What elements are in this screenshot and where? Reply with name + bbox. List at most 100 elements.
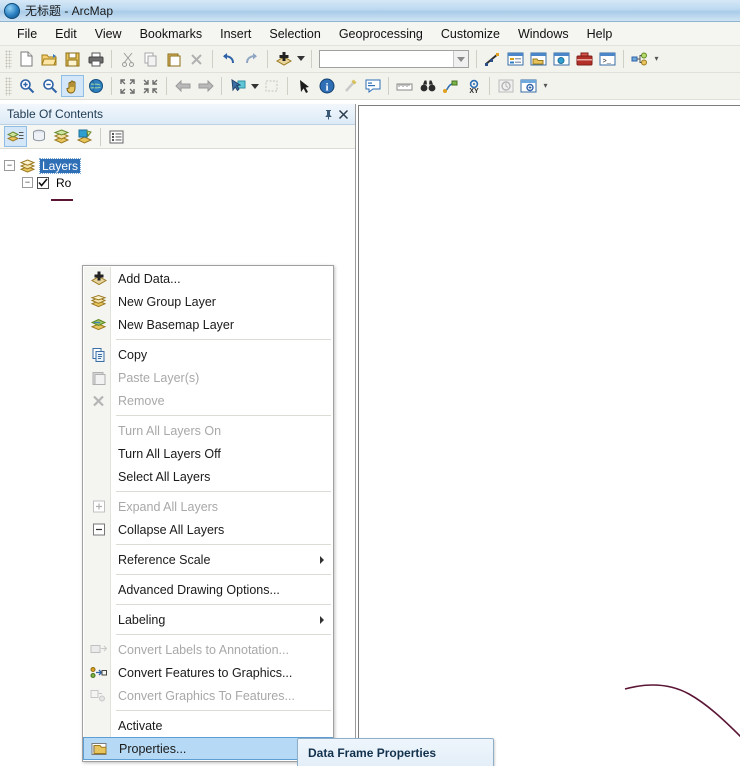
redo-icon[interactable] bbox=[240, 48, 263, 70]
context-menu-item-select-all-layers[interactable]: Select All Layers bbox=[83, 465, 333, 488]
menu-item-bookmarks[interactable]: Bookmarks bbox=[131, 24, 212, 44]
delete-icon[interactable] bbox=[185, 48, 208, 70]
toolbar-grip[interactable] bbox=[5, 49, 12, 69]
python-window-icon[interactable]: >_ bbox=[596, 48, 619, 70]
expander-toggle[interactable]: − bbox=[22, 177, 33, 188]
context-menu-item-labeling[interactable]: Labeling bbox=[83, 608, 333, 631]
search-window-icon[interactable] bbox=[550, 48, 573, 70]
toc-layer-symbol bbox=[4, 191, 355, 209]
open-folder-icon[interactable] bbox=[38, 48, 61, 70]
context-menu-item-copy[interactable]: Copy bbox=[83, 343, 333, 366]
add-data-dropdown-icon[interactable] bbox=[295, 48, 307, 70]
context-menu-item-new-basemap-layer[interactable]: New Basemap Layer bbox=[83, 313, 333, 336]
context-menu-item-properties[interactable]: Properties... bbox=[83, 737, 333, 760]
clear-selection-icon[interactable] bbox=[260, 75, 283, 97]
expander-toggle[interactable]: − bbox=[4, 160, 15, 171]
zoom-out-icon[interactable] bbox=[38, 75, 61, 97]
identify-icon[interactable]: i bbox=[315, 75, 338, 97]
context-menu-item-add-data[interactable]: Add Data... bbox=[83, 267, 333, 290]
zoom-in-icon[interactable] bbox=[15, 75, 38, 97]
add-data-icon[interactable] bbox=[272, 48, 295, 70]
pan-hand-icon[interactable] bbox=[61, 75, 84, 97]
toolbar-separator bbox=[111, 50, 112, 68]
menu-item-edit[interactable]: Edit bbox=[46, 24, 86, 44]
toc-options-icon[interactable] bbox=[105, 126, 128, 147]
fixed-zoom-in-icon[interactable] bbox=[116, 75, 139, 97]
find-binoculars-icon[interactable] bbox=[416, 75, 439, 97]
context-menu-item-label: Labeling bbox=[118, 612, 166, 627]
fixed-zoom-out-icon[interactable] bbox=[139, 75, 162, 97]
close-icon[interactable] bbox=[336, 107, 351, 122]
model-builder-icon[interactable] bbox=[628, 48, 651, 70]
context-menu-item-convert-features-to-graphics[interactable]: Convert Features to Graphics... bbox=[83, 661, 333, 684]
layers-context-menu[interactable]: Add Data... New Group Layer New Basemap La… bbox=[82, 265, 334, 762]
select-elements-arrow-icon[interactable] bbox=[292, 75, 315, 97]
chevron-down-icon[interactable] bbox=[453, 51, 468, 67]
map-scale-combobox[interactable] bbox=[319, 50, 469, 68]
data-frame[interactable] bbox=[358, 105, 740, 766]
menu-item-geoprocessing[interactable]: Geoprocessing bbox=[330, 24, 432, 44]
toolbar-separator bbox=[166, 77, 167, 95]
no-icon bbox=[89, 444, 108, 463]
save-icon[interactable] bbox=[61, 48, 84, 70]
menu-item-selection[interactable]: Selection bbox=[260, 24, 329, 44]
paste-icon[interactable] bbox=[162, 48, 185, 70]
menu-item-customize[interactable]: Customize bbox=[432, 24, 509, 44]
map-canvas-area[interactable] bbox=[357, 104, 740, 766]
list-by-source-icon[interactable] bbox=[27, 126, 50, 147]
list-by-drawing-order-icon[interactable] bbox=[4, 126, 27, 147]
catalog-window-icon[interactable] bbox=[527, 48, 550, 70]
context-menu-item-activate[interactable]: Activate bbox=[83, 714, 333, 737]
menu-item-windows[interactable]: Windows bbox=[509, 24, 578, 44]
toc-node-layers[interactable]: − Layers bbox=[4, 157, 355, 174]
context-menu-item-label: New Basemap Layer bbox=[118, 317, 235, 332]
pin-icon[interactable] bbox=[321, 107, 336, 122]
editor-toolbar-icon[interactable] bbox=[481, 48, 504, 70]
list-by-visibility-icon[interactable] bbox=[50, 126, 73, 147]
forward-extent-icon[interactable] bbox=[194, 75, 217, 97]
no-icon bbox=[89, 716, 108, 735]
toolbar-separator bbox=[489, 77, 490, 95]
back-extent-icon[interactable] bbox=[171, 75, 194, 97]
select-features-dropdown-icon[interactable] bbox=[249, 75, 260, 97]
toc-node-layer[interactable]: − Ro bbox=[4, 174, 355, 191]
menu-item-file[interactable]: File bbox=[8, 24, 46, 44]
menu-item-help[interactable]: Help bbox=[578, 24, 622, 44]
menu-item-insert[interactable]: Insert bbox=[211, 24, 260, 44]
tools-toolbar: i XY ▾ bbox=[0, 73, 740, 100]
menu-item-view[interactable]: View bbox=[86, 24, 131, 44]
list-by-selection-icon[interactable] bbox=[73, 126, 96, 147]
select-features-icon[interactable] bbox=[226, 75, 249, 97]
toolbar-overflow-icon[interactable]: ▾ bbox=[540, 75, 551, 97]
time-slider-icon[interactable] bbox=[494, 75, 517, 97]
arctoolbox-icon[interactable] bbox=[573, 48, 596, 70]
new-map-icon[interactable] bbox=[15, 48, 38, 70]
hyperlink-icon[interactable] bbox=[338, 75, 361, 97]
menubar: File Edit View Bookmarks Insert Selection Geop… bbox=[0, 22, 740, 46]
table-of-contents-icon[interactable] bbox=[504, 48, 527, 70]
measure-icon[interactable] bbox=[393, 75, 416, 97]
find-route-icon[interactable] bbox=[439, 75, 462, 97]
undo-icon[interactable] bbox=[217, 48, 240, 70]
context-menu-item-advanced-drawing-options[interactable]: Advanced Drawing Options... bbox=[83, 578, 333, 601]
full-extent-globe-icon[interactable] bbox=[84, 75, 107, 97]
context-menu-item-new-group-layer[interactable]: New Group Layer bbox=[83, 290, 333, 313]
copy-icon[interactable] bbox=[139, 48, 162, 70]
context-menu-item-turn-all-layers-off[interactable]: Turn All Layers Off bbox=[83, 442, 333, 465]
context-menu-item-reference-scale[interactable]: Reference Scale bbox=[83, 548, 333, 571]
layer-visibility-checkbox[interactable] bbox=[37, 176, 49, 189]
cut-icon[interactable] bbox=[116, 48, 139, 70]
html-popup-icon[interactable] bbox=[361, 75, 384, 97]
toolbar-grip[interactable] bbox=[5, 76, 12, 96]
go-to-xy-icon[interactable]: XY bbox=[462, 75, 485, 97]
context-menu-item-label: Properties... bbox=[119, 741, 187, 756]
context-menu-item-collapse-all-layers[interactable]: Collapse All Layers bbox=[83, 518, 333, 541]
toolbar-overflow-icon[interactable]: ▾ bbox=[651, 48, 662, 70]
print-icon[interactable] bbox=[84, 48, 107, 70]
toc-header: Table Of Contents bbox=[0, 104, 355, 125]
toc-node-label: Layers bbox=[38, 157, 82, 174]
context-menu-separator bbox=[116, 339, 331, 340]
create-viewer-window-icon[interactable] bbox=[517, 75, 540, 97]
context-menu-item-label: Convert Features to Graphics... bbox=[118, 665, 293, 680]
add-data-icon bbox=[89, 269, 108, 288]
